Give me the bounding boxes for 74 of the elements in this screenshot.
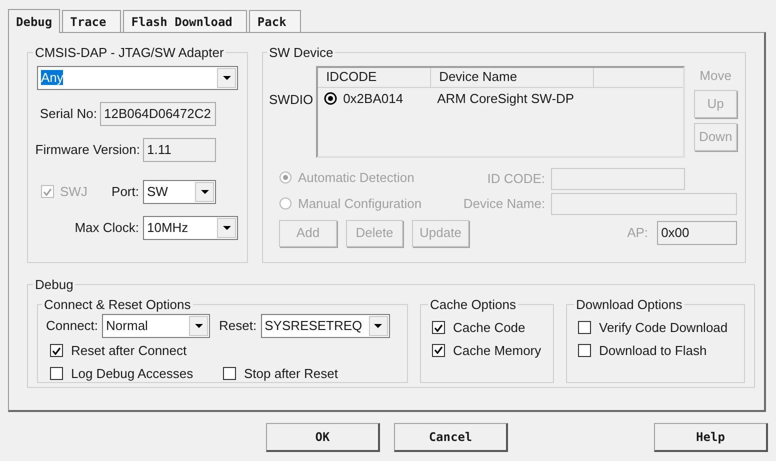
tab[interactable]: Pack <box>249 10 302 32</box>
caret-icon <box>374 324 382 328</box>
group-title: Download Options <box>575 296 684 314</box>
caret-icon <box>200 190 208 194</box>
table-cell-text: 0x2BA014 <box>343 90 404 108</box>
group-title: CMSIS-DAP - JTAG/SW Adapter <box>34 44 225 62</box>
caret-icon <box>194 324 203 328</box>
option-label: Download to Flash <box>599 342 707 360</box>
dropdown-arrow-button[interactable] <box>217 68 236 88</box>
option-label: Cache Memory <box>453 342 542 360</box>
checkbox[interactable] <box>432 321 445 334</box>
field-label: Reset: <box>219 317 257 336</box>
option-label: Log Debug Accesses <box>71 364 194 383</box>
dropdown[interactable]: 10MHz <box>143 216 238 240</box>
dropdown-value: 10MHz <box>147 220 188 235</box>
field-label: Connect: <box>46 317 98 336</box>
input-field[interactable] <box>551 168 686 190</box>
group-title: SW Device <box>268 44 334 62</box>
checkmark-icon <box>434 346 443 354</box>
group-title: Connect & Reset Options <box>43 296 192 314</box>
dropdown-value: Any <box>41 70 64 85</box>
option-label: Reset after Connect <box>71 342 187 360</box>
dropdown-arrow-button[interactable] <box>195 182 214 202</box>
option-label: Verify Code Download <box>599 319 728 337</box>
checkbox[interactable] <box>50 366 63 380</box>
dialog-button[interactable]: OK <box>266 423 380 452</box>
column-header[interactable]: Device Name <box>431 68 594 86</box>
readonly-field[interactable]: 12B064D06472C2 <box>100 102 216 126</box>
readonly-field[interactable]: 1.11 <box>143 138 216 162</box>
readonly-field[interactable]: 0x00 <box>657 221 738 245</box>
caret-icon <box>222 226 230 230</box>
checkmark-icon <box>43 188 52 196</box>
checkmark-icon <box>434 324 443 332</box>
option-label: Cache Code <box>453 319 526 337</box>
field-label: SWDIO <box>269 90 314 108</box>
dialog-button[interactable]: Help <box>654 423 768 452</box>
tab[interactable]: Flash Download <box>123 10 248 32</box>
dropdown[interactable]: SYSRESETREQ <box>260 314 390 338</box>
field-label: Port: <box>112 182 139 201</box>
option-label: SWJ <box>60 182 88 201</box>
tab[interactable]: Trace <box>62 10 122 32</box>
option-label: Stop after Reset <box>244 364 338 383</box>
checkbox[interactable] <box>578 344 591 357</box>
column-header[interactable]: IDCODE <box>318 68 432 86</box>
tab[interactable]: Debug <box>8 9 60 33</box>
checkbox[interactable] <box>432 344 445 357</box>
checkbox[interactable] <box>223 366 236 380</box>
caret-icon <box>222 76 230 80</box>
dropdown-value: SYSRESETREQ <box>264 318 362 334</box>
dropdown-value: SW <box>147 184 168 199</box>
field-label: AP: <box>627 224 648 242</box>
table-cell-text: ARM CoreSight SW-DP <box>437 90 574 108</box>
field-label: Serial No: <box>40 104 97 123</box>
field-label: Firmware Version: <box>35 140 140 159</box>
device-row[interactable]: 0x2BA014 ARM CoreSight SW-DP <box>318 88 684 110</box>
checkmark-icon <box>52 346 61 355</box>
field-label: Device Name: <box>463 194 546 213</box>
field-label: Max Clock: <box>74 218 139 237</box>
dropdown[interactable]: SW <box>143 180 216 204</box>
field-label: ID CODE: <box>487 170 546 188</box>
dropdown[interactable]: Normal <box>102 314 210 338</box>
checkbox[interactable] <box>50 344 63 358</box>
radio-icon <box>324 92 338 105</box>
dropdown-arrow-button[interactable] <box>217 218 236 238</box>
dropdown-value: Normal <box>106 318 148 334</box>
dialog-button[interactable]: Cancel <box>394 423 508 452</box>
group-title: Cache Options <box>429 296 517 314</box>
group-title: Debug <box>34 276 74 294</box>
input-field[interactable] <box>551 192 738 214</box>
move-label: Move <box>700 66 732 84</box>
dropdown-arrow-button[interactable] <box>368 316 388 336</box>
dropdown[interactable]: Any <box>37 66 238 90</box>
dropdown-arrow-button[interactable] <box>189 316 208 336</box>
checkbox[interactable] <box>578 321 591 334</box>
